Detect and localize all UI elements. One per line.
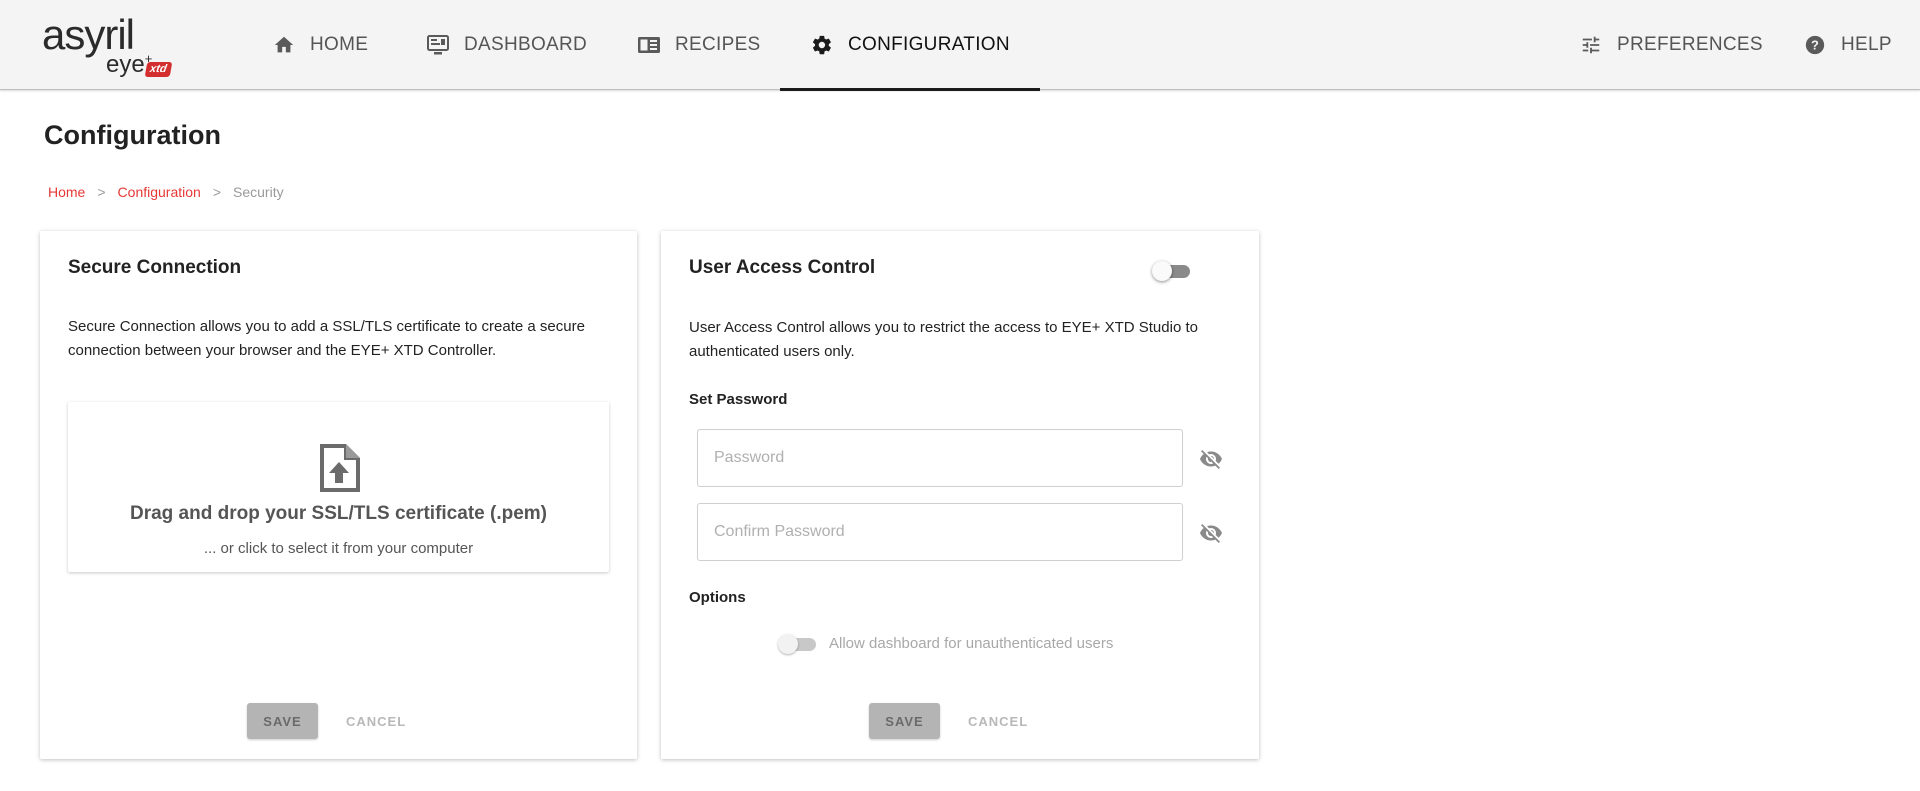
secure-save-button[interactable]: SAVE	[247, 703, 318, 739]
page-title: Configuration	[44, 120, 221, 150]
options-label: Options	[689, 589, 746, 606]
breadcrumb-configuration[interactable]: Configuration	[118, 184, 201, 200]
nav-tab-preferences-label: PREFERENCES	[1617, 34, 1763, 55]
nav-tab-home-label: HOME	[310, 34, 369, 55]
nav-tab-recipes-label: RECIPES	[675, 34, 761, 55]
toggle-knob	[1152, 261, 1172, 281]
help-question-icon: ?	[1803, 33, 1827, 57]
svg-text:?: ?	[1811, 38, 1819, 53]
breadcrumb-separator: >	[212, 184, 222, 200]
asyril-eye-xtd-logo[interactable]: asyril eye+ xtd	[42, 14, 182, 78]
access-cancel-button[interactable]: CANCEL	[968, 703, 1028, 739]
breadcrumb: Home > Configuration > Security	[48, 184, 284, 200]
password-visibility-off-icon[interactable]	[1198, 446, 1224, 472]
allow-dashboard-toggle[interactable]	[778, 634, 818, 654]
certificate-dropzone[interactable]: Drag and drop your SSL/TLS certificate (…	[68, 402, 609, 572]
confirm-password-input[interactable]	[714, 523, 1166, 541]
confirm-password-field[interactable]	[697, 503, 1183, 561]
top-navigation-bar: asyril eye+ xtd HOME DASHBOARD RECIPES C…	[0, 0, 1920, 91]
set-password-label: Set Password	[689, 391, 788, 408]
nav-tab-preferences[interactable]: PREFERENCES	[1579, 0, 1763, 90]
confirm-password-visibility-off-icon[interactable]	[1198, 520, 1224, 546]
nav-tab-help-label: HELP	[1841, 34, 1892, 55]
user-access-control-title: User Access Control	[689, 257, 876, 278]
book-recipes-icon	[637, 33, 661, 57]
dropzone-subtitle: ... or click to select it from your comp…	[203, 540, 474, 557]
allow-dashboard-label: Allow dashboard for unauthenticated user…	[829, 635, 1114, 652]
breadcrumb-separator: >	[97, 184, 106, 200]
nav-tab-dashboard[interactable]: DASHBOARD	[426, 0, 587, 90]
gear-icon	[810, 33, 834, 57]
user-access-control-card: User Access Control User Access Control …	[661, 231, 1259, 759]
user-access-control-description: User Access Control allows you to restri…	[689, 319, 1198, 360]
monitor-dashboard-icon	[426, 33, 450, 57]
sliders-tune-icon	[1579, 33, 1603, 57]
toggle-knob	[778, 634, 798, 654]
password-input[interactable]	[714, 449, 1166, 467]
nav-tab-dashboard-label: DASHBOARD	[464, 34, 588, 55]
secure-connection-description: Secure Connection allows you to add a SS…	[68, 318, 585, 359]
dropzone-title: Drag and drop your SSL/TLS certificate (…	[129, 503, 547, 524]
file-upload-icon	[316, 442, 362, 499]
user-access-control-toggle[interactable]	[1152, 261, 1192, 281]
breadcrumb-home[interactable]: Home	[48, 184, 85, 200]
nav-tab-recipes[interactable]: RECIPES	[637, 0, 761, 90]
home-icon	[272, 33, 296, 57]
nav-tab-configuration[interactable]: CONFIGURATION	[780, 0, 1040, 91]
secure-connection-title: Secure Connection	[68, 257, 242, 278]
nav-tab-help[interactable]: ? HELP	[1803, 0, 1892, 90]
password-field[interactable]	[697, 429, 1183, 487]
access-save-button[interactable]: SAVE	[869, 703, 940, 739]
logo-word: asyril	[42, 11, 135, 58]
nav-tab-configuration-label: CONFIGURATION	[848, 34, 1010, 55]
nav-tab-home[interactable]: HOME	[272, 0, 368, 90]
secure-cancel-button[interactable]: CANCEL	[346, 703, 406, 739]
logo-badge: xtd	[144, 62, 172, 77]
breadcrumb-security: Security	[233, 184, 284, 200]
secure-connection-card: Secure Connection Secure Connection allo…	[40, 231, 637, 759]
